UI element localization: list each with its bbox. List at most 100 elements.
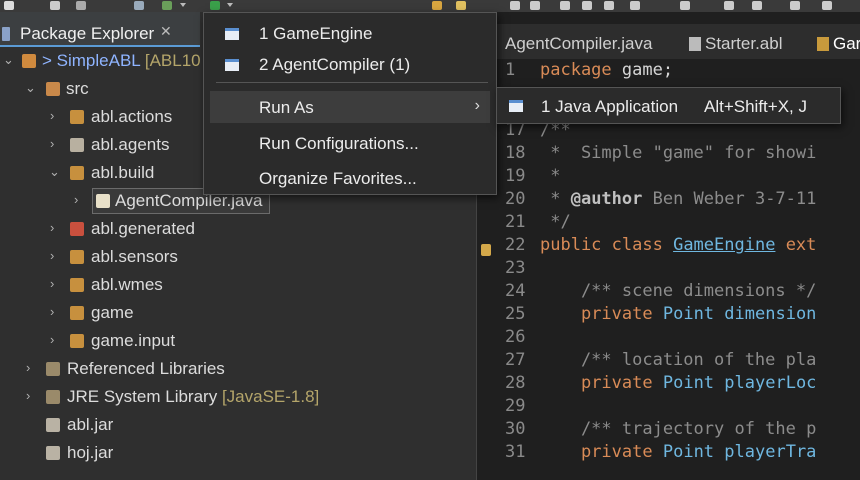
debug-icon[interactable]: [162, 1, 172, 10]
tab-starter-abl[interactable]: Starter.abl: [689, 34, 783, 54]
chevron-right-icon[interactable]: ›: [26, 388, 30, 403]
chevron-right-icon[interactable]: ›: [74, 192, 78, 207]
java-file-icon: [817, 37, 829, 51]
code-line: 21 */: [505, 212, 571, 232]
tree-item-abl-jar[interactable]: abl.jar: [0, 411, 476, 439]
chevron-right-icon[interactable]: ›: [50, 276, 54, 291]
menu-item-run-configurations[interactable]: Run Configurations...: [210, 127, 490, 159]
tree-item-label: abl.jar: [67, 415, 114, 434]
tree-item-hoj-jar[interactable]: hoj.jar: [0, 439, 476, 467]
menu-item-label: Run As: [259, 98, 314, 117]
file-icon: [689, 37, 701, 51]
close-icon[interactable]: ✕: [160, 24, 172, 40]
tree-item-label: Referenced Libraries: [67, 359, 225, 378]
chevron-right-icon[interactable]: ›: [50, 332, 54, 347]
code-line: 22 public class GameEngine ext: [505, 235, 817, 255]
tree-item-label: abl.agents: [91, 135, 170, 154]
code-line: 25 private Point dimension: [505, 304, 817, 324]
chevron-down-icon[interactable]: ⌄: [49, 164, 60, 180]
menu-item-agentcompiler[interactable]: 2 AgentCompiler (1): [210, 48, 490, 80]
code-line: 23: [505, 258, 526, 278]
menu-item-label: 1 Java Application: [541, 97, 679, 116]
code-line: 31 private Point playerTra: [505, 442, 817, 462]
toolbar-tool-icon[interactable]: [604, 1, 614, 10]
tree-item-label: abl.wmes: [91, 275, 163, 294]
package-icon: [70, 278, 84, 292]
java-app-icon: [225, 59, 239, 71]
tree-item-game-input[interactable]: › game.input: [0, 327, 476, 355]
toolbar-tool-icon[interactable]: [630, 1, 640, 10]
tree-item-abl-wmes[interactable]: › abl.wmes: [0, 271, 476, 299]
toolbar-tool-icon[interactable]: [560, 1, 570, 10]
tree-item-label: abl.actions: [91, 107, 173, 126]
run-icon[interactable]: [210, 1, 220, 10]
code-line: 27 /** location of the pla: [505, 350, 817, 370]
menu-item-accelerator: Alt+Shift+X, J: [704, 97, 807, 116]
tree-item-game[interactable]: › game: [0, 299, 476, 327]
tree-item-label: abl.generated: [91, 219, 195, 238]
code-line: 18 * Simple "game" for showi: [505, 143, 817, 163]
toolbar-tool-icon[interactable]: [582, 1, 592, 10]
menu-item-organize-favorites[interactable]: Organize Favorites...: [210, 162, 490, 194]
chevron-right-icon[interactable]: ›: [50, 220, 54, 235]
code-line: 1 package game;: [505, 60, 674, 80]
edit-icon[interactable]: [456, 1, 466, 10]
print-icon[interactable]: [76, 1, 86, 10]
save-icon[interactable]: [50, 1, 60, 10]
tree-item-abl-generated[interactable]: › abl.generated: [0, 215, 476, 243]
package-icon: [70, 110, 84, 124]
tree-item-label: JRE System Library [JavaSE-1.8]: [67, 387, 320, 406]
java-app-icon: [225, 28, 239, 40]
code-line: 26: [505, 327, 526, 347]
code-line: 19 *: [505, 166, 561, 186]
tree-item-jre-system-library[interactable]: › JRE System Library [JavaSE-1.8]: [0, 383, 476, 411]
code-line: 20 * @author Ben Weber 3-7-11: [505, 189, 817, 209]
tree-item-label: game: [91, 303, 134, 322]
menu-separator: [216, 82, 488, 83]
package-icon: [70, 166, 84, 180]
run-dropdown-icon[interactable]: [227, 3, 233, 7]
java-app-icon: [509, 100, 523, 112]
back-icon[interactable]: [510, 1, 520, 10]
package-icon: [70, 138, 84, 152]
java-file-icon: [96, 194, 110, 208]
chevron-right-icon[interactable]: ›: [50, 248, 54, 263]
nav-back-icon[interactable]: [790, 1, 800, 10]
debug-dropdown-icon[interactable]: [180, 3, 186, 7]
package-error-icon: [70, 222, 84, 236]
menu-item-label: Organize Favorites...: [259, 169, 417, 188]
tab-agentcompiler-java[interactable]: AgentCompiler.java: [505, 34, 652, 54]
chevron-right-icon[interactable]: ›: [50, 136, 54, 151]
pin-icon[interactable]: [680, 1, 690, 10]
nav-forward-icon[interactable]: [822, 1, 832, 10]
menu-item-run-as[interactable]: Run As ›: [210, 91, 490, 123]
menu-item-label: 1 GameEngine: [259, 24, 373, 43]
menu-item-gameengine[interactable]: 1 GameEngine: [210, 17, 490, 49]
chevron-right-icon[interactable]: ›: [26, 360, 30, 375]
chevron-right-icon[interactable]: ›: [50, 108, 54, 123]
tree-item-label: abl.build: [91, 163, 155, 182]
main-toolbar: [0, 0, 860, 12]
tree-item-abl-sensors[interactable]: › abl.sensors: [0, 243, 476, 271]
tab-package-explorer[interactable]: Package Explorer ✕: [0, 12, 200, 47]
forward-icon[interactable]: [530, 1, 540, 10]
menu-item-java-application[interactable]: 1 Java Application Alt+Shift+X, J: [497, 88, 840, 123]
next-edit-icon[interactable]: [752, 1, 762, 10]
code-editor: AgentCompiler.java Starter.abl Gar 1 pack…: [476, 12, 860, 480]
code-line: 24 /** scene dimensions */: [505, 281, 817, 301]
chevron-down-icon[interactable]: ⌄: [25, 80, 36, 96]
package-icon: [70, 334, 84, 348]
project-icon: [22, 54, 36, 68]
chevron-down-icon[interactable]: ⌄: [3, 52, 14, 68]
jar-icon: [46, 418, 60, 432]
prev-edit-icon[interactable]: [724, 1, 734, 10]
new-file-icon[interactable]: [4, 1, 14, 10]
open-folder-icon[interactable]: [432, 1, 442, 10]
tab-gameengine[interactable]: Gar: [817, 34, 860, 54]
tree-item-label: game.input: [91, 331, 176, 350]
search-icon[interactable]: [134, 1, 144, 10]
code-line: 29: [505, 396, 526, 416]
tree-item-referenced-libraries[interactable]: › Referenced Libraries: [0, 355, 476, 383]
chevron-right-icon[interactable]: ›: [50, 304, 54, 319]
package-explorer-icon: [2, 27, 10, 41]
